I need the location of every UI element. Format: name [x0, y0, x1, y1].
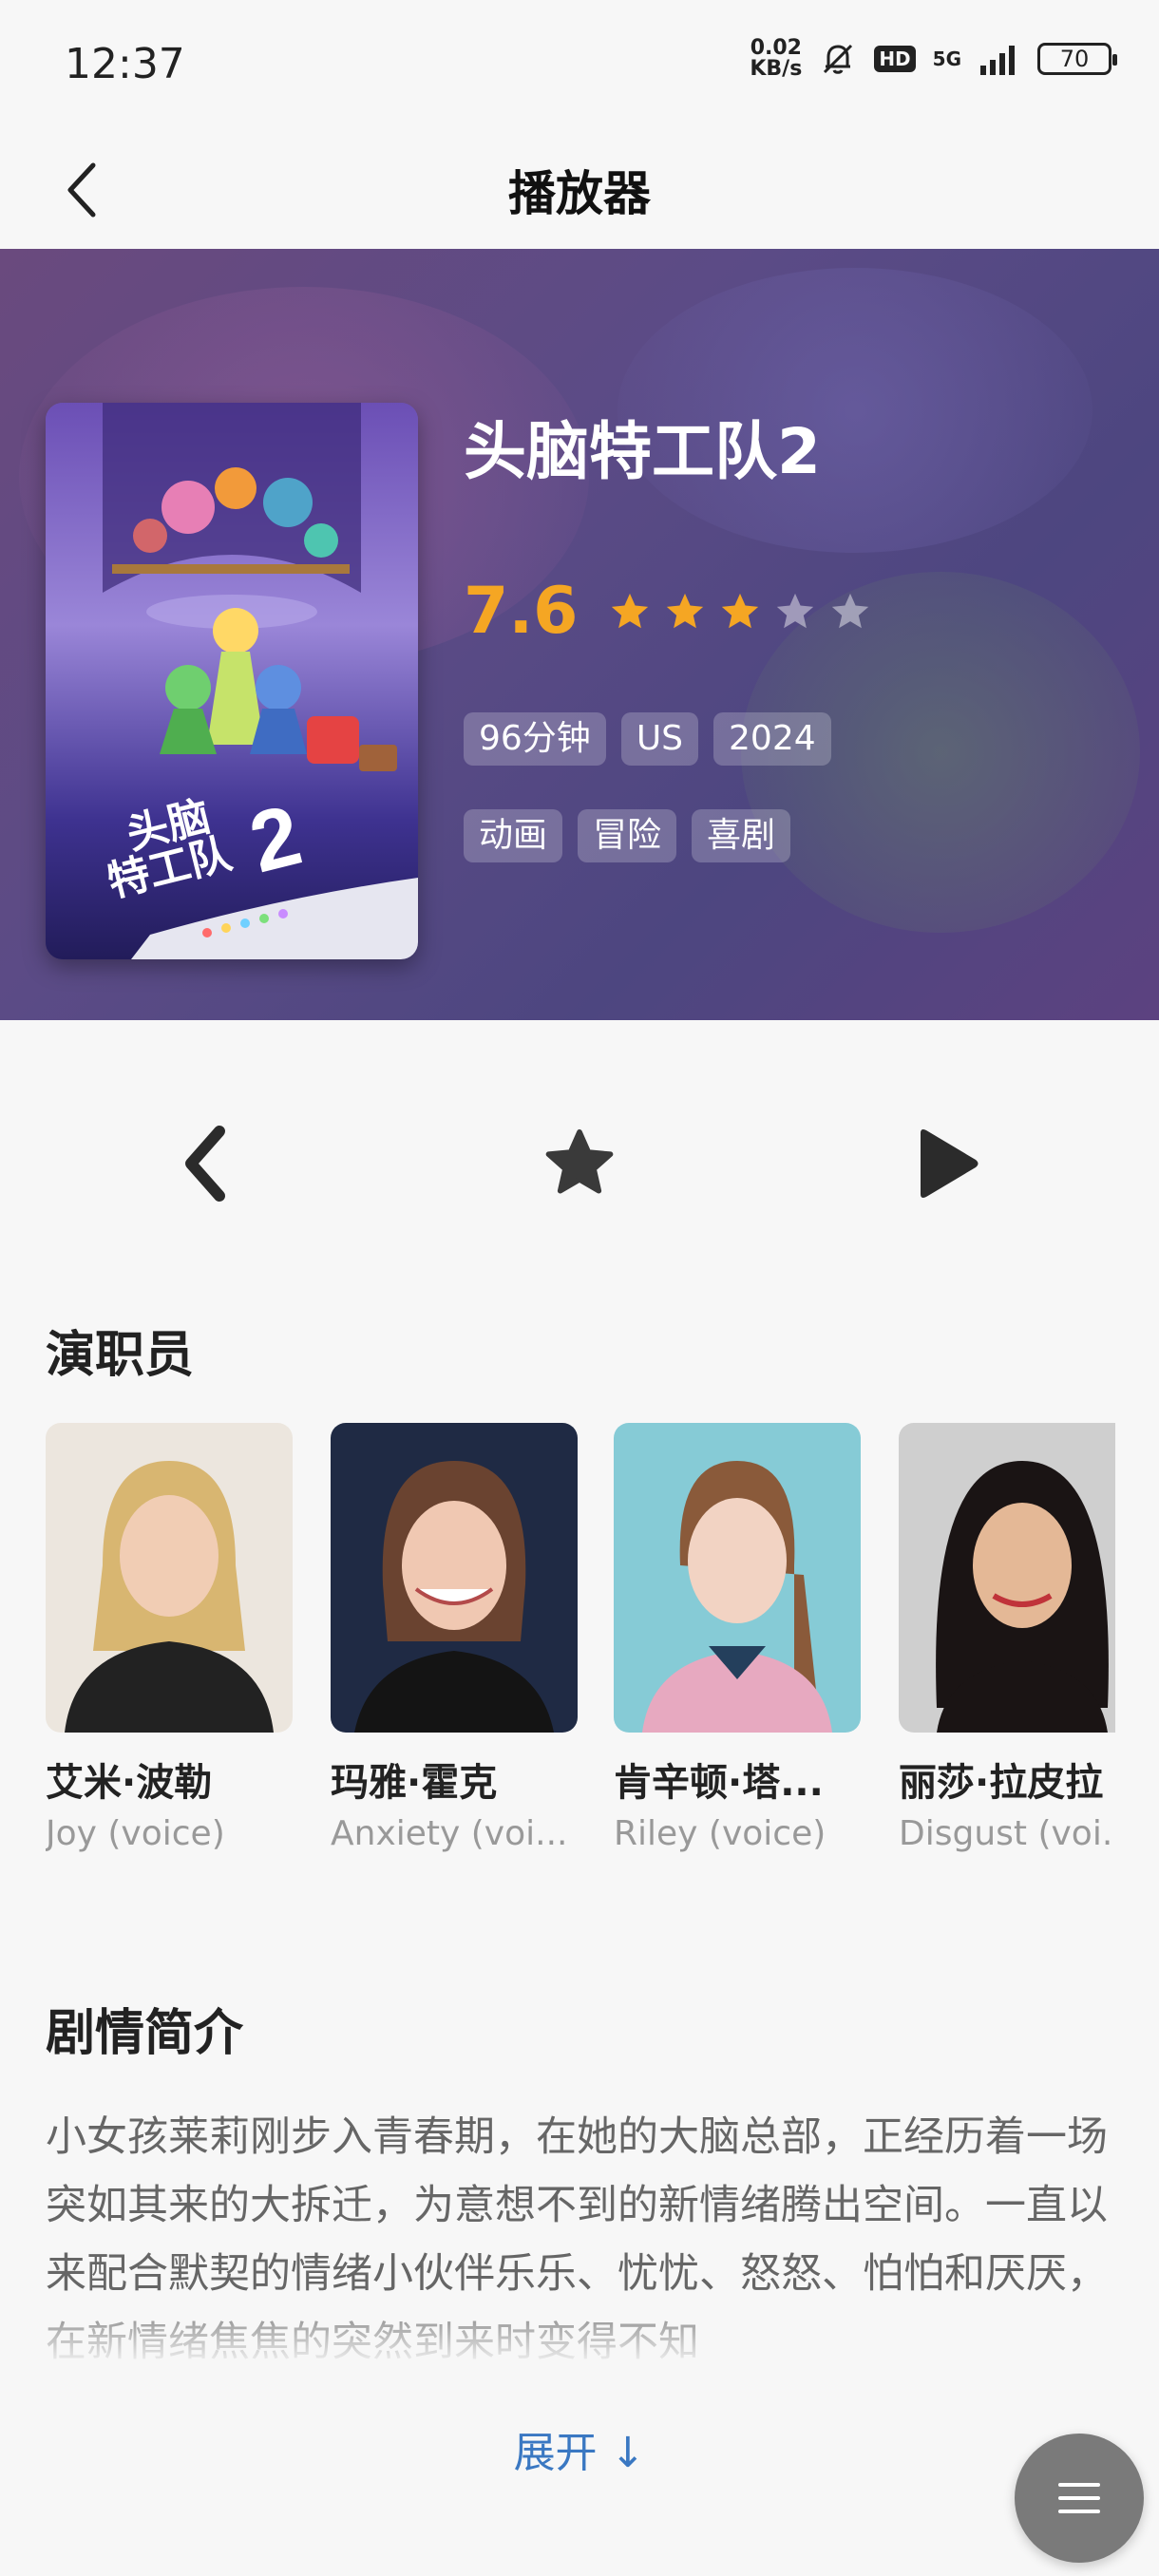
country-tag: US: [620, 712, 699, 766]
chevron-left-icon: [185, 1126, 225, 1202]
cast-name: 玛雅·霍克: [331, 1761, 498, 1805]
cast-list[interactable]: 艾米·波勒 Joy (voice) 玛雅·霍克 Anxiety (voi...: [46, 1423, 1115, 1860]
synopsis-section-title: 剧情简介: [46, 2005, 244, 2062]
star-filled-icon: [667, 593, 704, 628]
cast-member[interactable]: 玛雅·霍克 Anxiety (voi...: [331, 1423, 578, 1853]
play-button[interactable]: [893, 1111, 998, 1216]
favorite-button[interactable]: [527, 1111, 632, 1216]
rating-row: 7.6: [464, 574, 872, 649]
poster-art: 头脑 特工队 2: [46, 403, 418, 959]
menu-fab-button[interactable]: [1015, 2434, 1144, 2563]
cast-role: Riley (voice): [614, 1814, 826, 1853]
status-icons: 0.02 KB/s HD 5G 70: [750, 36, 1117, 81]
page-title: 播放器: [508, 166, 651, 221]
status-time: 12:37: [65, 40, 185, 88]
cast-name: 肯辛顿·塔...: [614, 1761, 824, 1805]
genre-tag: 喜剧: [692, 809, 791, 862]
star-empty-icon: [777, 593, 814, 628]
status-bar: 12:37 0.02 KB/s HD 5G 70: [0, 0, 1159, 133]
genre-tags: 动画 冒险 喜剧: [464, 809, 791, 862]
year-tag: 2024: [713, 712, 831, 766]
cast-photo: [46, 1423, 293, 1733]
rating-score: 7.6: [464, 574, 579, 649]
cast-section-title: 演职员: [46, 1327, 195, 1384]
battery-icon: 70: [1037, 43, 1117, 75]
cast-role: Anxiety (voi...: [331, 1814, 568, 1853]
cast-photo: [331, 1423, 578, 1733]
hd-badge: HD: [874, 46, 916, 72]
play-icon: [921, 1129, 978, 1198]
action-bar: [0, 1064, 1159, 1254]
cast-member[interactable]: 丽莎·拉皮拉 Disgust (voi...: [899, 1423, 1115, 1853]
star-filled-icon: [612, 593, 649, 628]
movie-title: 头脑特工队2: [464, 415, 821, 488]
genre-tag: 冒险: [578, 809, 677, 862]
mute-bell-icon: [824, 44, 853, 74]
movie-poster[interactable]: 头脑 特工队 2: [46, 403, 418, 959]
cast-role: Joy (voice): [46, 1814, 225, 1853]
meta-tags: 96分钟 US 2024: [464, 712, 831, 766]
signal-icon: [980, 46, 1015, 75]
cast-member[interactable]: 肯辛顿·塔... Riley (voice): [614, 1423, 861, 1853]
cast-photo: [614, 1423, 861, 1733]
star-filled-icon: [722, 593, 759, 628]
cast-member[interactable]: 艾米·波勒 Joy (voice): [46, 1423, 293, 1853]
cast-role: Disgust (voi...: [899, 1814, 1115, 1853]
cast-photo: [899, 1423, 1115, 1733]
expand-link[interactable]: 展开 ↓: [0, 2418, 1159, 2479]
cast-name: 艾米·波勒: [46, 1761, 213, 1805]
network-type: 5G: [932, 47, 961, 70]
star-empty-icon: [832, 593, 869, 628]
movie-hero: 头脑 特工队 2 头脑特工队2 7.6 96分钟 US 2024 动画 冒险 喜…: [0, 249, 1159, 1020]
genre-tag: 动画: [464, 809, 563, 862]
net-speed: 0.02 KB/s: [750, 36, 803, 81]
previous-button[interactable]: [154, 1111, 258, 1216]
title-bar: 播放器: [0, 133, 1159, 249]
star-icon: [545, 1128, 614, 1194]
cast-name: 丽莎·拉皮拉: [899, 1761, 1104, 1805]
menu-icon: [1058, 2483, 1100, 2513]
duration-tag: 96分钟: [464, 712, 606, 766]
